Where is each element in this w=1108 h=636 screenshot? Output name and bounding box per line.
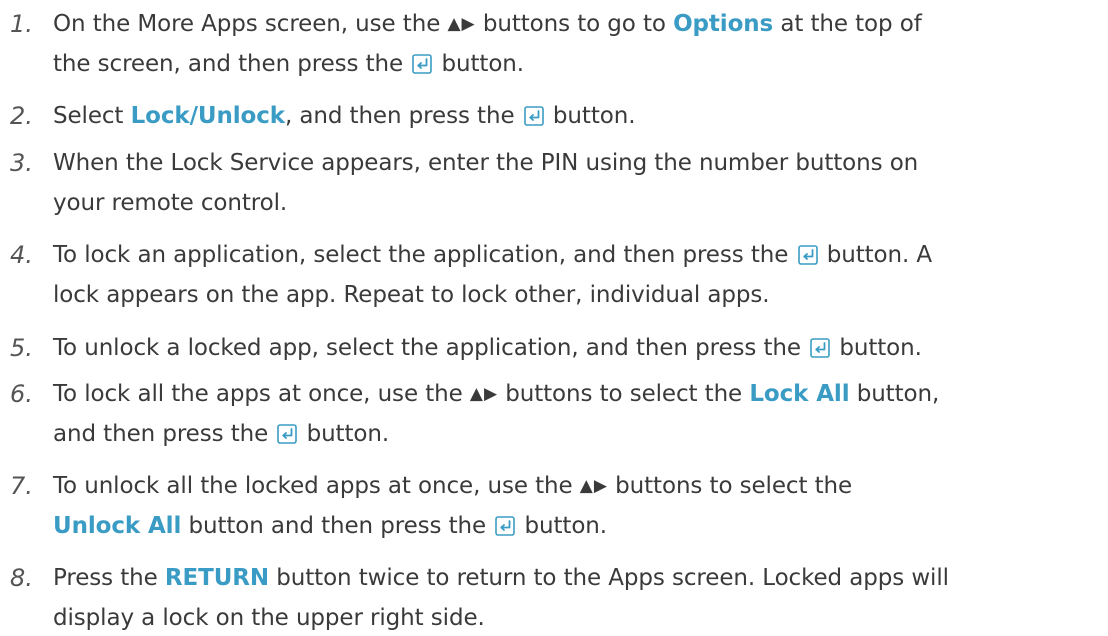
step-text: button. <box>517 513 608 539</box>
step-text: To lock an application, select the appli… <box>53 242 796 268</box>
highlight-term: Lock All <box>749 381 850 407</box>
step-number: 5. <box>10 334 33 362</box>
step-text: at the top of <box>773 11 922 37</box>
highlight-term: Unlock All <box>53 513 182 539</box>
step-text: Press the <box>53 565 165 591</box>
step-text-line: your remote control. <box>53 185 287 221</box>
step-text-line: display a lock on the upper right side. <box>53 600 485 636</box>
step-text-line: Press the RETURN button twice to return … <box>53 560 949 596</box>
step-text: When the Lock Service appears, enter the… <box>53 150 919 176</box>
enter-icon <box>412 54 433 74</box>
enter-icon <box>523 106 544 126</box>
enter-icon <box>810 338 830 358</box>
step-text-line: lock appears on the app. Repeat to lock … <box>53 277 770 313</box>
step-number: 2. <box>10 102 33 130</box>
step-text: the screen, and then press the <box>53 51 411 77</box>
step-text-line: To lock an application, select the appli… <box>53 237 932 273</box>
step-text: button. <box>434 51 525 77</box>
highlight-term: RETURN <box>164 565 270 591</box>
step-text: To unlock all the locked apps at once, u… <box>53 473 580 499</box>
step-text: buttons to select the <box>498 381 750 407</box>
up-right-arrows-icon: ▲▶ <box>579 476 608 496</box>
step-text: button, <box>849 381 940 407</box>
step-text-line: Unlock All button and then press the but… <box>53 508 607 544</box>
step-text: button. <box>545 103 636 129</box>
instruction-steps: 1. On the More Apps screen, use the ▲▶ bu… <box>0 0 1108 631</box>
step-text-line: To lock all the apps at once, use the ▲▶… <box>53 376 939 412</box>
step-text: button. A <box>819 242 933 268</box>
enter-icon <box>797 245 818 265</box>
step-text: To lock all the apps at once, use the <box>53 381 470 407</box>
enter-icon <box>277 424 298 444</box>
step-text: button and then press the <box>181 513 494 539</box>
enter-icon <box>495 516 516 536</box>
step-text: To unlock a locked app, select the appli… <box>53 335 809 361</box>
step-text: Select <box>53 103 131 129</box>
step-text-line: When the Lock Service appears, enter the… <box>53 145 918 181</box>
step-text-line: To unlock a locked app, select the appli… <box>53 330 922 366</box>
step-number: 1. <box>10 10 33 38</box>
up-right-arrows-icon: ▲▶ <box>447 14 476 34</box>
step-text: buttons to select the <box>607 473 853 499</box>
step-number: 8. <box>10 564 33 592</box>
step-text: and then press the <box>53 421 276 447</box>
highlight-term: Options <box>673 11 774 37</box>
step-text: buttons to go to <box>475 11 674 37</box>
highlight-term: Lock/Unlock <box>130 103 285 129</box>
step-text-line: and then press the button. <box>53 416 389 452</box>
step-text-line: On the More Apps screen, use the ▲▶ butt… <box>53 6 922 42</box>
step-text: lock appears on the app. Repeat to lock … <box>53 282 770 308</box>
step-text-line: To unlock all the locked apps at once, u… <box>53 468 852 504</box>
step-number: 6. <box>10 380 33 408</box>
step-number: 7. <box>10 472 33 500</box>
step-text: your remote control. <box>53 190 288 216</box>
step-text-line: the screen, and then press the button. <box>53 46 524 82</box>
step-text: button. <box>299 421 390 447</box>
step-text: On the More Apps screen, use the <box>53 11 448 37</box>
up-right-arrows-icon: ▲▶ <box>469 384 499 404</box>
step-number: 4. <box>10 241 33 269</box>
step-text: display a lock on the upper right side. <box>53 605 485 631</box>
step-text: , and then press the <box>284 103 522 129</box>
step-number: 3. <box>10 149 33 177</box>
step-text-line: Select Lock/Unlock, and then press the b… <box>53 98 636 134</box>
step-text: button. <box>832 335 922 361</box>
step-text: button twice to return to the Apps scree… <box>269 565 949 591</box>
